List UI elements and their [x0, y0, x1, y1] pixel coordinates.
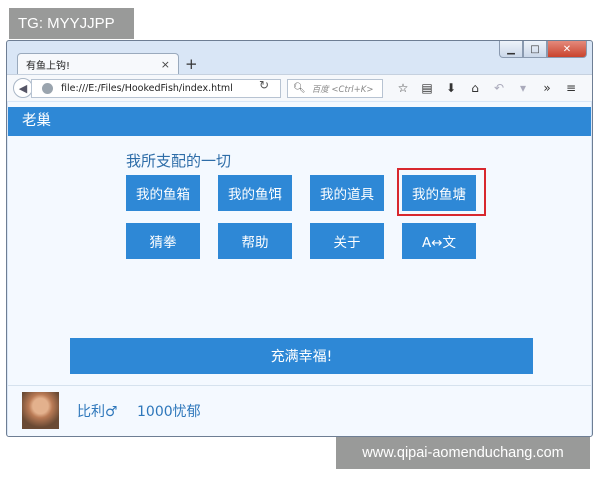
reading-list-icon[interactable]: ▤ [415, 79, 439, 98]
user-name[interactable]: 比利♂ [77, 401, 118, 421]
url-text: file:///E:/Files/HookedFish/index.html [61, 83, 233, 94]
address-bar[interactable]: file:///E:/Files/HookedFish/index.html [31, 79, 281, 98]
help-button[interactable]: 帮助 [218, 223, 292, 259]
browser-window: ▁ □ ✕ 有鱼上钩! × + ◀ file:///E:/Files/Hooke… [6, 40, 593, 437]
app-header: 老巢 [8, 107, 591, 136]
navigation-bar: ◀ file:///E:/Files/HookedFish/index.html… [7, 74, 592, 101]
items-button[interactable]: 我的道具 [310, 175, 384, 211]
maximize-button[interactable]: □ [523, 41, 547, 58]
about-button[interactable]: 关于 [310, 223, 384, 259]
tab-close-icon[interactable]: × [161, 58, 170, 71]
search-placeholder: 百度 <Ctrl+K> [311, 84, 374, 95]
watermark-bottom: www.qipai-aomenduchang.com [336, 437, 590, 469]
menu-icon[interactable]: ≡ [559, 79, 583, 98]
undo-icon[interactable]: ↶ [487, 79, 511, 98]
globe-icon [42, 83, 53, 94]
reload-icon[interactable]: ↻ [259, 78, 269, 92]
download-icon[interactable]: ⬇ [439, 79, 463, 98]
tab-title: 有鱼上钩! [26, 61, 71, 72]
user-mood[interactable]: 1000忧郁 [137, 401, 201, 421]
page-content: 老巢 我所支配的一切 我的鱼箱 我的鱼饵 我的道具 我的鱼塘 猜拳 帮助 关于 … [8, 102, 591, 436]
rock-paper-scissors-button[interactable]: 猜拳 [126, 223, 200, 259]
overflow-chevron-icon[interactable]: » [535, 79, 559, 98]
highlight-box [397, 168, 486, 216]
search-input[interactable]: 🔍︎ 百度 <Ctrl+K> [287, 79, 383, 98]
avatar [22, 392, 59, 429]
section-heading: 我所支配的一切 [126, 152, 232, 170]
bookmark-star-icon[interactable]: ☆ [391, 79, 415, 98]
close-button[interactable]: ✕ [547, 41, 587, 58]
dropdown-icon[interactable]: ▾ [511, 79, 535, 98]
footer-divider [8, 385, 591, 386]
search-icon: 🔍︎ [293, 83, 306, 94]
back-arrow-icon[interactable]: ◀ [13, 78, 33, 98]
watermark-top: TG: MYYJJPP [9, 8, 134, 39]
fish-box-button[interactable]: 我的鱼箱 [126, 175, 200, 211]
toolbar-icons: ☆ ▤ ⬇ ⌂ ↶ ▾ » ≡ [391, 79, 583, 98]
happiness-button[interactable]: 充满幸福! [70, 338, 533, 374]
bait-button[interactable]: 我的鱼饵 [218, 175, 292, 211]
browser-tab[interactable]: 有鱼上钩! × [17, 53, 179, 75]
minimize-button[interactable]: ▁ [499, 41, 523, 58]
language-toggle-button[interactable]: A↔文 [402, 223, 476, 259]
new-tab-button[interactable]: + [185, 56, 198, 72]
window-controls: ▁ □ ✕ [499, 41, 587, 60]
home-icon[interactable]: ⌂ [463, 79, 487, 98]
